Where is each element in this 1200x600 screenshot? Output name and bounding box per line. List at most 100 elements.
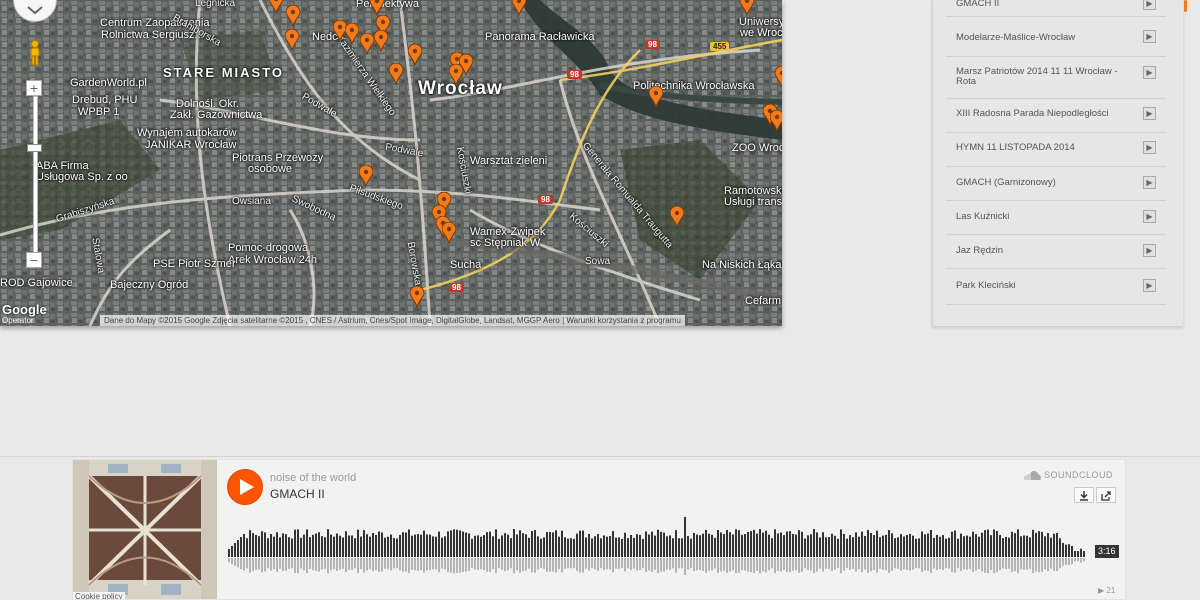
waveform-reflection-bar [798,558,800,573]
waveform-bar [846,538,848,557]
waveform-bar [1050,537,1052,557]
waveform-bar [486,532,488,557]
waveform-bar [258,536,260,557]
waveform-reflection-bar [501,558,503,570]
soundcloud-logo[interactable]: SOUNDCLOUD [1023,470,1113,481]
play-arrow-icon[interactable]: ▶ [1143,279,1156,292]
waveform-reflection-bar [450,558,452,573]
share-button[interactable] [1096,487,1116,503]
waveform-reflection-bar [1029,558,1031,569]
satellite-map[interactable]: STARE MIASTO Wrocław Legnicka Centrum Za… [0,0,782,326]
map-marker-pin[interactable] [770,110,782,132]
play-button[interactable] [227,469,263,505]
play-arrow-icon[interactable]: ▶ [1143,30,1156,43]
map-marker-pin[interactable] [269,0,283,14]
track-artist[interactable]: noise of the world [270,472,356,484]
waveform-bar [663,532,665,557]
waveform-reflection-bar [444,558,446,570]
waveform-reflection-bar [375,558,377,571]
list-item[interactable]: XIII Radosna Parada Niepodległości ▶ [946,98,1166,133]
list-item[interactable]: GMACH (Garnizonowy) ▶ [946,166,1166,201]
play-icon [240,479,254,495]
waveform-bar [504,533,506,557]
waveform-bar [672,538,674,557]
map-marker-pin[interactable] [285,29,299,51]
play-arrow-icon[interactable]: ▶ [1143,210,1156,223]
waveform-bar [684,517,686,557]
list-item[interactable]: GMACH II ▶ [946,0,1166,17]
map-marker-pin[interactable] [740,0,754,16]
map-marker-pin[interactable] [670,206,684,228]
waveform-reflection-bar [387,558,389,570]
waveform-reflection-bar [894,558,896,569]
map-marker-pin[interactable] [374,30,388,52]
play-arrow-icon[interactable]: ▶ [1143,66,1156,79]
waveform-bar [810,534,812,557]
waveform-bar [1032,529,1034,557]
waveform-reflection-bar [693,558,695,572]
waveform-bar [255,534,257,557]
waveform-scrubber[interactable] [228,515,1088,575]
map-marker-pin[interactable] [359,165,373,187]
zoom-slider-track[interactable] [33,96,38,256]
zoom-slider-thumb[interactable] [27,144,42,152]
zoom-in-button[interactable]: + [26,80,42,96]
waveform-reflection-bar [1032,558,1034,573]
map-marker-pin[interactable] [649,86,663,108]
map-marker-pin[interactable] [370,0,384,16]
waveform-reflection-bar [231,558,233,565]
waveform-reflection-bar [1047,558,1049,572]
map-pan-control[interactable] [13,0,57,22]
waveform-bar [744,534,746,557]
download-button[interactable] [1074,487,1094,503]
map-marker-pin[interactable] [775,66,782,88]
list-item[interactable]: Modelarze-Maślice-Wrocław ▶ [946,16,1166,57]
waveform-reflection-bar [849,558,851,571]
map-marker-pin[interactable] [512,0,526,16]
waveform-reflection-bar [999,558,1001,571]
waveform-bar [471,538,473,557]
zoom-out-button[interactable]: − [26,252,42,268]
waveform-reflection-bar [942,558,944,571]
waveform-bar [882,535,884,557]
waveform-reflection-bar [324,558,326,569]
list-item[interactable]: HYMN 11 LISTOPADA 2014 ▶ [946,132,1166,167]
waveform-reflection-bar [924,558,926,571]
list-item[interactable]: Marsz Patriotów 2014 11 11 Wrocław - Rot… [946,56,1166,99]
play-arrow-icon[interactable]: ▶ [1143,0,1156,10]
waveform-bar [642,538,644,557]
waveform-bar [1056,532,1058,557]
waveform-bar [885,534,887,557]
map-marker-pin[interactable] [442,222,456,244]
play-arrow-icon[interactable]: ▶ [1143,107,1156,120]
play-arrow-icon[interactable]: ▶ [1143,176,1156,189]
map-marker-pin[interactable] [408,44,422,66]
waveform-bar [630,534,632,557]
cookie-policy-link[interactable]: Cookie policy [73,592,125,599]
map-marker-pin[interactable] [286,5,300,27]
map-marker-pin[interactable] [360,33,374,55]
waveform-bar [936,534,938,557]
waveform-reflection-bar [459,558,461,573]
waveform-reflection-bar [975,558,977,571]
map-place-label: sc Stępniak W. [470,237,543,249]
play-arrow-icon[interactable]: ▶ [1143,141,1156,154]
list-item[interactable]: Las Kuźnicki ▶ [946,200,1166,235]
street-view-pegman-icon[interactable] [28,40,42,66]
play-arrow-icon[interactable]: ▶ [1143,244,1156,257]
list-item[interactable]: Park Kleciński ▶ [946,268,1166,305]
map-marker-pin[interactable] [345,23,359,45]
list-item[interactable]: Jaz Rędzin ▶ [946,234,1166,269]
track-title[interactable]: GMACH II [270,487,325,501]
map-attribution[interactable]: Dane do Mapy ©2015 Google Zdjęcia sateli… [100,315,685,326]
waveform-bar [840,529,842,557]
district-label: STARE MIASTO [163,65,285,80]
map-marker-pin[interactable] [410,286,424,308]
waveform-bar [426,534,428,557]
track-artwork[interactable]: Cookie policy [73,460,217,599]
waveform-bar [573,538,575,557]
map-marker-pin[interactable] [389,63,403,85]
sidebar-scrollbar[interactable] [1184,0,1187,12]
map-marker-pin[interactable] [449,64,463,86]
waveform-reflection-bar [228,558,230,563]
